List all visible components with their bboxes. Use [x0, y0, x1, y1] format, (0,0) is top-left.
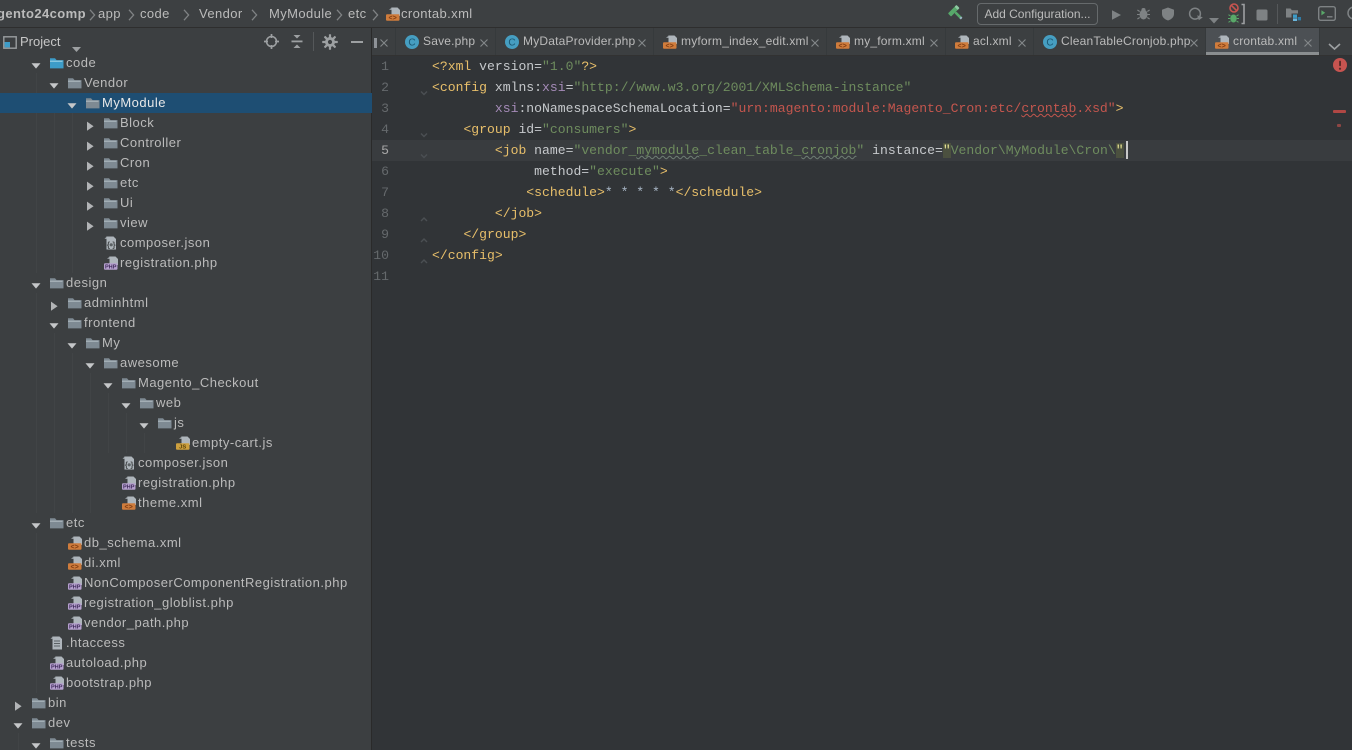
svg-text:<>: <> — [1217, 43, 1225, 50]
svg-text:<>: <> — [124, 504, 132, 511]
svg-text:<>: <> — [70, 544, 78, 551]
svg-text:PHP: PHP — [123, 485, 135, 491]
svg-text:PHP: PHP — [69, 585, 81, 591]
svg-text:C: C — [1046, 38, 1053, 49]
svg-text:PHP: PHP — [51, 685, 63, 691]
svg-text:<>: <> — [957, 43, 965, 50]
svg-text:C: C — [508, 38, 515, 49]
svg-text:<>: <> — [70, 564, 78, 571]
svg-text:<>: <> — [388, 15, 396, 22]
svg-text:<>: <> — [838, 43, 846, 50]
svg-text:C: C — [408, 38, 415, 49]
svg-text:PHP: PHP — [69, 625, 81, 631]
svg-text:PHP: PHP — [105, 265, 117, 271]
svg-text:PHP: PHP — [69, 605, 81, 611]
svg-text:JS: JS — [179, 445, 186, 451]
svg-text:<>: <> — [665, 43, 673, 50]
svg-text:PHP: PHP — [51, 665, 63, 671]
